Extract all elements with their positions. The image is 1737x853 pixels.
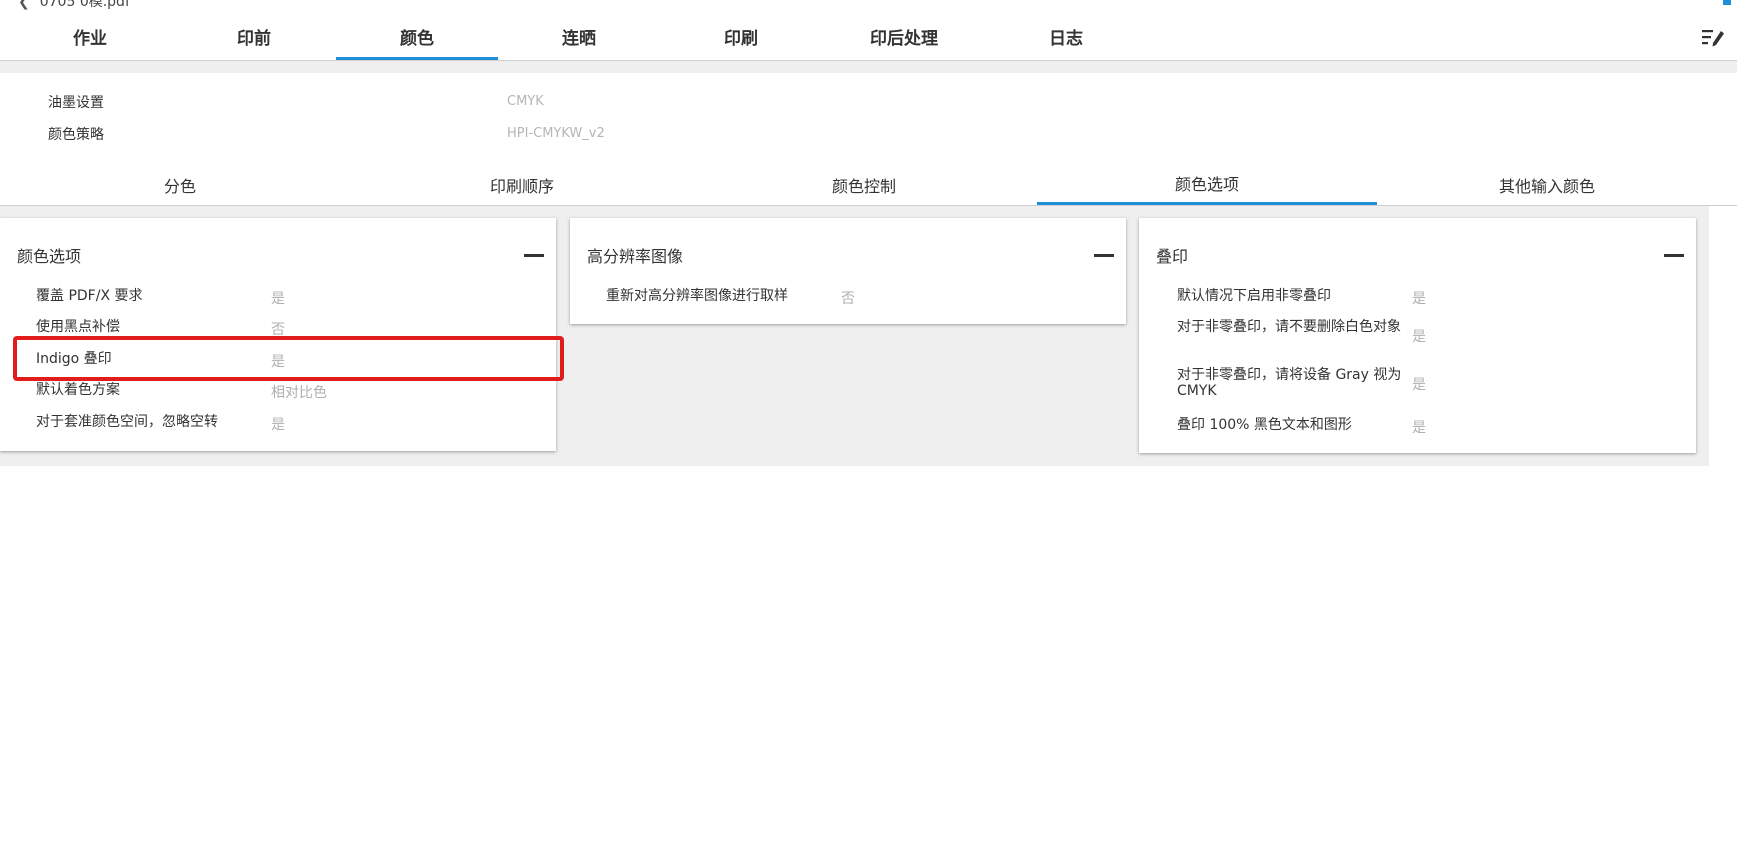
row-label: 覆盖 PDF/X 要求 xyxy=(36,288,143,304)
color-strategy-label: 颜色策略 xyxy=(48,127,104,143)
row-label: 默认情况下启用非零叠印 xyxy=(1177,288,1331,304)
row-label: 叠印 100% 黑色文本和图形 xyxy=(1177,417,1352,433)
color-strategy-value: HPI-CMYKW_v2 xyxy=(507,126,605,141)
ink-setting-value: CMYK xyxy=(507,94,544,109)
row-value[interactable]: 是 xyxy=(271,414,285,434)
panel-title: 高分辨率图像 xyxy=(587,247,684,266)
tab-color[interactable]: 颜色 xyxy=(336,22,498,60)
hires-images-panel: 高分辨率图像 重新对高分辨率图像进行取样 否 xyxy=(570,218,1126,324)
minus-icon[interactable] xyxy=(1664,254,1684,257)
color-sub-tabs: 分色 印刷顺序 颜色控制 颜色选项 其他输入颜色 xyxy=(0,170,1737,206)
main-tabs: 作业 印前 颜色 连晒 印刷 印后处理 日志 xyxy=(0,22,1737,61)
tab-print[interactable]: 印刷 xyxy=(660,22,822,60)
row-label: 使用黑点补偿 xyxy=(36,319,120,335)
row-label: 默认着色方案 xyxy=(36,382,120,398)
subtab-color-control[interactable]: 颜色控制 xyxy=(694,170,1034,205)
subtab-other-input-colors[interactable]: 其他输入颜色 xyxy=(1377,170,1717,205)
panel-title: 叠印 xyxy=(1156,247,1189,266)
overprint-panel: 叠印 默认情况下启用非零叠印 是 对于非零叠印，请不要删除白色对象 是 对于非零… xyxy=(1139,218,1696,453)
row-value[interactable]: 是 xyxy=(271,288,285,308)
row-label: 重新对高分辨率图像进行取样 xyxy=(606,288,788,304)
file-title: ❮ 0705 0模.pdf xyxy=(18,0,130,11)
row-label: 对于套准颜色空间，忽略空转 xyxy=(36,414,218,430)
file-name: 0705 0模.pdf xyxy=(39,0,130,10)
tab-step-repeat[interactable]: 连晒 xyxy=(498,22,660,60)
panel-title: 颜色选项 xyxy=(17,247,82,266)
tab-log[interactable]: 日志 xyxy=(985,22,1147,60)
minus-icon[interactable] xyxy=(1094,254,1114,257)
minus-icon[interactable] xyxy=(524,254,544,257)
subtab-separation[interactable]: 分色 xyxy=(10,170,350,205)
tab-prepress[interactable]: 印前 xyxy=(173,22,335,60)
row-value[interactable]: 是 xyxy=(1412,326,1426,346)
row-value[interactable]: 是 xyxy=(1412,288,1426,308)
row-value[interactable]: 否 xyxy=(841,288,855,308)
corner-indicator xyxy=(1723,0,1731,5)
header-divider-strip xyxy=(0,61,1737,73)
chevron-left-icon[interactable]: ❮ xyxy=(18,0,30,10)
tab-finishing[interactable]: 印后处理 xyxy=(823,22,985,60)
edit-list-icon[interactable] xyxy=(1701,26,1725,48)
highlight-box xyxy=(13,336,564,381)
row-label: 对于非零叠印，请将设备 Gray 视为 CMYK xyxy=(1177,367,1402,399)
subtab-print-order[interactable]: 印刷顺序 xyxy=(352,170,692,205)
row-value[interactable]: 是 xyxy=(1412,417,1426,437)
subtab-color-options[interactable]: 颜色选项 xyxy=(1037,170,1377,205)
tab-job[interactable]: 作业 xyxy=(9,22,171,60)
color-options-panel: 颜色选项 覆盖 PDF/X 要求 是 使用黑点补偿 否 Indigo 叠印 是 … xyxy=(0,218,556,451)
row-value[interactable]: 是 xyxy=(1412,374,1426,394)
row-label: 对于非零叠印，请不要删除白色对象 xyxy=(1177,319,1401,335)
row-value[interactable]: 相对比色 xyxy=(271,382,327,402)
ink-setting-label: 油墨设置 xyxy=(48,95,104,111)
